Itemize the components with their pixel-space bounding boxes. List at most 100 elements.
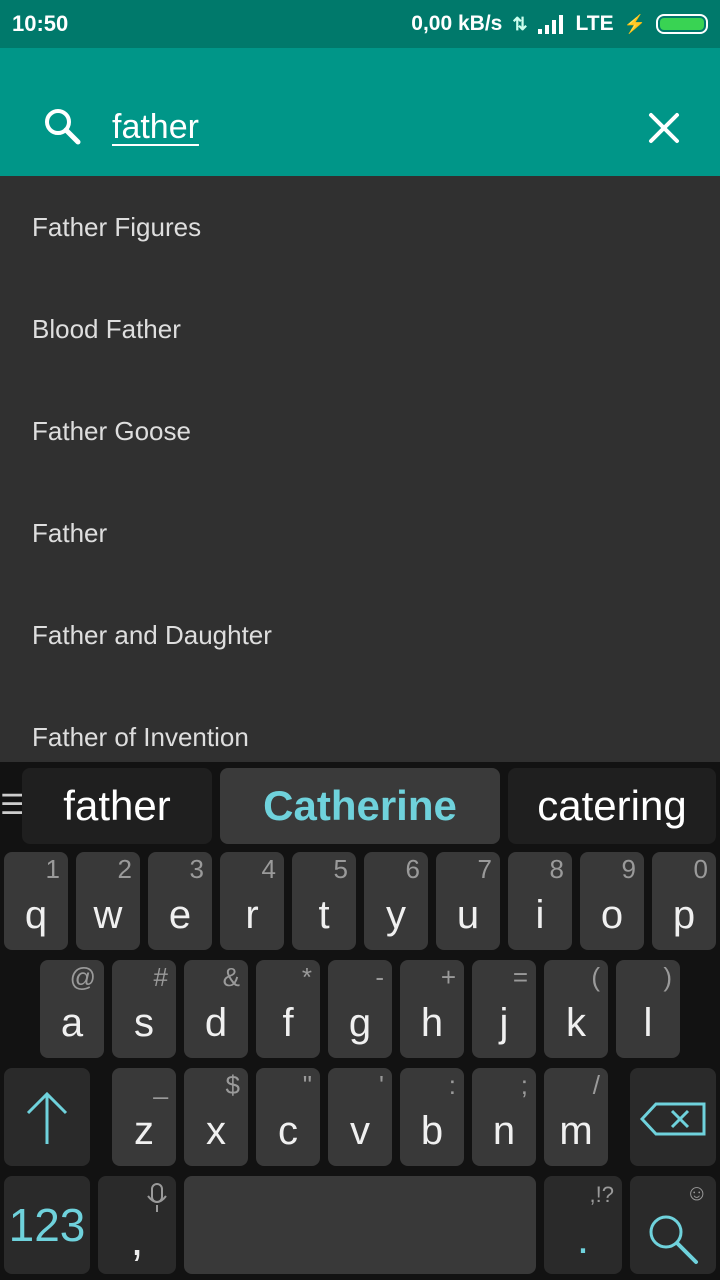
status-bar: 10:50 0,00 kB/s ⇅ LTE ⚡ bbox=[0, 0, 720, 48]
key-u[interactable]: 7u bbox=[436, 852, 500, 950]
backspace-icon bbox=[640, 1102, 706, 1136]
key-o[interactable]: 9o bbox=[580, 852, 644, 950]
key-y[interactable]: 6y bbox=[364, 852, 428, 950]
key-hint: " bbox=[302, 1070, 312, 1100]
battery-icon bbox=[656, 14, 708, 34]
key-j[interactable]: = j bbox=[472, 960, 536, 1058]
suggestion-item[interactable]: Father Figures bbox=[0, 176, 720, 278]
backspace-key[interactable] bbox=[630, 1068, 716, 1166]
key-hint: 9 bbox=[621, 854, 636, 884]
status-time: 10:50 bbox=[12, 11, 69, 36]
key-hint: ' bbox=[379, 1070, 384, 1100]
suggestion-item[interactable]: Father and Daughter bbox=[0, 584, 720, 686]
key-label: z bbox=[134, 1109, 154, 1153]
key-t[interactable]: 5t bbox=[292, 852, 356, 950]
numbers-key[interactable]: 123 bbox=[4, 1176, 90, 1274]
key-hint: = bbox=[512, 962, 528, 992]
key-hint: _ bbox=[153, 1070, 168, 1100]
key-z[interactable]: _ z bbox=[112, 1068, 176, 1166]
key-i[interactable]: 8i bbox=[508, 852, 572, 950]
key-s[interactable]: # s bbox=[112, 960, 176, 1058]
key-x[interactable]: $ x bbox=[184, 1068, 248, 1166]
key-hint: - bbox=[375, 962, 384, 992]
search-submit-icon bbox=[649, 1215, 698, 1264]
key-label: f bbox=[282, 1001, 294, 1045]
key-hint: # bbox=[153, 962, 168, 992]
key-label: c bbox=[278, 1109, 298, 1153]
key-hint: ; bbox=[520, 1070, 528, 1100]
candidate-word-primary[interactable]: Catherine bbox=[220, 768, 500, 844]
key-label: t bbox=[318, 893, 330, 937]
suggestion-item[interactable]: Father bbox=[0, 482, 720, 584]
key-hint: 4 bbox=[261, 854, 276, 884]
key-p[interactable]: 0p bbox=[652, 852, 716, 950]
key-label: n bbox=[492, 1109, 516, 1153]
soft-keyboard: ☰ father Catherine catering 1q2w3e4r5t6y… bbox=[0, 762, 720, 1280]
period-key[interactable]: ,!? . bbox=[544, 1176, 622, 1274]
suggestion-item[interactable]: Father Goose bbox=[0, 380, 720, 482]
key-label: l bbox=[643, 1001, 653, 1045]
search-input[interactable]: father bbox=[112, 108, 199, 147]
key-label: e bbox=[168, 893, 192, 937]
key-hint: 7 bbox=[477, 854, 492, 884]
key-f[interactable]: * f bbox=[256, 960, 320, 1058]
key-hint: : bbox=[448, 1070, 456, 1100]
shift-key[interactable] bbox=[4, 1068, 90, 1166]
key-hint: 5 bbox=[333, 854, 348, 884]
space-key[interactable] bbox=[184, 1176, 536, 1274]
search-icon[interactable] bbox=[42, 106, 82, 146]
key-c[interactable]: " c bbox=[256, 1068, 320, 1166]
candidate-word[interactable]: father bbox=[22, 768, 212, 844]
status-right: 0,00 kB/s ⇅ LTE ⚡ bbox=[411, 12, 708, 36]
suggestion-list: Father Figures Blood Father Father Goose… bbox=[0, 176, 720, 788]
key-g[interactable]: -g bbox=[328, 960, 392, 1058]
key-k[interactable]: (k bbox=[544, 960, 608, 1058]
key-hint: 8 bbox=[549, 854, 564, 884]
emoji-icon: ☺ bbox=[685, 1180, 708, 1205]
key-hint: 6 bbox=[405, 854, 420, 884]
key-hint: * bbox=[301, 962, 312, 992]
key-d[interactable]: & d bbox=[184, 960, 248, 1058]
key-label: q bbox=[24, 893, 48, 937]
key-a[interactable]: @ a bbox=[40, 960, 104, 1058]
suggestion-item[interactable]: Blood Father bbox=[0, 278, 720, 380]
key-e[interactable]: 3e bbox=[148, 852, 212, 950]
key-label: k bbox=[566, 1001, 586, 1045]
charging-icon: ⚡ bbox=[623, 13, 646, 34]
key-label: b bbox=[420, 1109, 444, 1153]
key-hint: ) bbox=[663, 962, 672, 992]
key-label: m bbox=[559, 1109, 593, 1153]
microphone-icon bbox=[147, 1183, 167, 1212]
key-v[interactable]: ' v bbox=[328, 1068, 392, 1166]
key-r[interactable]: 4r bbox=[220, 852, 284, 950]
key-hint: 0 bbox=[693, 854, 708, 884]
key-label: w bbox=[93, 893, 123, 937]
key-w[interactable]: 2w bbox=[76, 852, 140, 950]
key-hint: 3 bbox=[189, 854, 204, 884]
shift-arrow-icon bbox=[26, 1091, 68, 1144]
key-m[interactable]: / m bbox=[544, 1068, 608, 1166]
key-hint: 1 bbox=[45, 854, 60, 884]
candidate-word[interactable]: catering bbox=[508, 768, 716, 844]
key-label: h bbox=[420, 1001, 444, 1045]
key-hint: @ bbox=[69, 962, 96, 992]
key-label: j bbox=[499, 1001, 509, 1045]
key-hint: 2 bbox=[117, 854, 132, 884]
key-l[interactable]: ) l bbox=[616, 960, 680, 1058]
key-label: s bbox=[134, 1001, 154, 1045]
search-bar: father bbox=[0, 48, 720, 176]
key-q[interactable]: 1q bbox=[4, 852, 68, 950]
network-speed: 0,00 kB/s bbox=[411, 12, 503, 35]
key-hint: / bbox=[592, 1070, 600, 1100]
key-label: x bbox=[206, 1109, 226, 1153]
comma-key[interactable]: , bbox=[98, 1176, 176, 1274]
key-b[interactable]: :b bbox=[400, 1068, 464, 1166]
data-activity-icon: ⇅ bbox=[512, 13, 528, 34]
network-type: LTE bbox=[575, 12, 614, 35]
search-submit-key[interactable]: ☺ bbox=[630, 1176, 716, 1274]
key-hint: $ bbox=[225, 1070, 240, 1100]
key-h[interactable]: + h bbox=[400, 960, 464, 1058]
key-label: u bbox=[456, 893, 480, 937]
key-n[interactable]: ; n bbox=[472, 1068, 536, 1166]
close-icon[interactable] bbox=[646, 110, 682, 146]
